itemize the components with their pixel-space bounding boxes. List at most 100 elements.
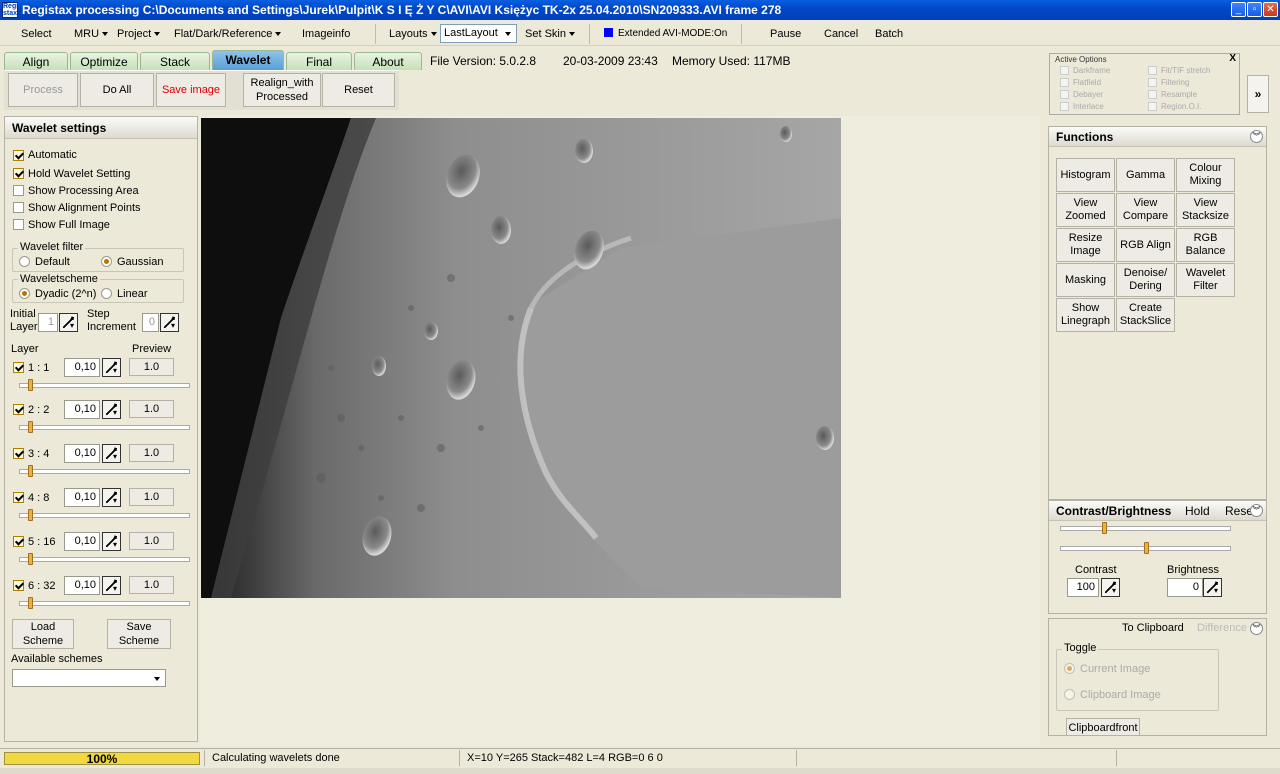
- layer-amount-spinner[interactable]: [102, 358, 121, 377]
- menu-project[interactable]: Project: [117, 26, 161, 42]
- minimize-icon[interactable]: _: [1231, 2, 1246, 17]
- layer-checkbox[interactable]: [13, 448, 24, 459]
- layout-select[interactable]: LastLayout: [440, 24, 517, 43]
- menu-mru[interactable]: MRU: [74, 26, 109, 42]
- expand-button[interactable]: »: [1247, 75, 1269, 113]
- batch-button[interactable]: Batch: [875, 26, 903, 42]
- layer-amount-input[interactable]: 0,10: [64, 444, 100, 463]
- layer-slider[interactable]: [19, 597, 190, 609]
- realign-button[interactable]: Realign_with Processed: [243, 73, 321, 107]
- show-full-image-checkbox[interactable]: [13, 219, 24, 230]
- hold-wavelet-checkbox[interactable]: [13, 168, 24, 179]
- layer-preview-button[interactable]: 1.0: [129, 444, 174, 462]
- schemes-dropdown[interactable]: [12, 669, 166, 687]
- layer-slider[interactable]: [19, 465, 190, 477]
- menu-set-skin[interactable]: Set Skin: [525, 26, 575, 42]
- hold-button[interactable]: Hold: [1185, 501, 1210, 521]
- menu-flat-dark-reference[interactable]: Flat/Dark/Reference: [174, 26, 282, 42]
- contrast-slider[interactable]: [1060, 522, 1231, 534]
- scheme-dyadic-radio[interactable]: [19, 288, 30, 299]
- layer-slider[interactable]: [19, 379, 190, 391]
- clipboardfront-button[interactable]: Clipboardfront: [1066, 718, 1140, 735]
- do-all-button[interactable]: Do All: [80, 73, 154, 107]
- layer-slider-thumb[interactable]: [28, 553, 33, 565]
- tab-optimize[interactable]: Optimize: [70, 52, 138, 70]
- reset-button[interactable]: Reset: [322, 73, 395, 107]
- brightness-slider-thumb[interactable]: [1144, 542, 1149, 554]
- close-icon[interactable]: X: [1229, 53, 1236, 64]
- show-alignment-points-checkbox[interactable]: [13, 202, 24, 213]
- brightness-input[interactable]: 0: [1167, 578, 1203, 597]
- layer-checkbox[interactable]: [13, 404, 24, 415]
- layer-preview-button[interactable]: 1.0: [129, 400, 174, 418]
- cancel-button[interactable]: Cancel: [824, 26, 858, 42]
- layer-preview-button[interactable]: 1.0: [129, 532, 174, 550]
- layer-amount-spinner[interactable]: [102, 488, 121, 507]
- function-create-stackslice-button[interactable]: Create StackSlice: [1116, 298, 1175, 332]
- function-histogram-button[interactable]: Histogram: [1056, 158, 1115, 192]
- menu-layouts[interactable]: Layouts: [389, 26, 437, 42]
- app-icon[interactable]: Regi stax: [2, 2, 18, 18]
- layer-checkbox[interactable]: [13, 536, 24, 547]
- contrast-input[interactable]: 100: [1067, 578, 1099, 597]
- function-gamma-button[interactable]: Gamma: [1116, 158, 1175, 192]
- contrast-slider-thumb[interactable]: [1102, 522, 1107, 534]
- function-rgb-align-button[interactable]: RGB Align: [1116, 228, 1175, 262]
- function-view-zoomed-button[interactable]: View Zoomed: [1056, 193, 1115, 227]
- difference-button[interactable]: Difference: [1197, 622, 1247, 634]
- close-icon[interactable]: ✕: [1263, 2, 1278, 17]
- initial-layer-input[interactable]: 1: [38, 313, 58, 332]
- collapse-icon[interactable]: ︾: [1250, 130, 1263, 143]
- layer-slider-thumb[interactable]: [28, 379, 33, 391]
- layer-amount-spinner[interactable]: [102, 444, 121, 463]
- layer-preview-button[interactable]: 1.0: [129, 488, 174, 506]
- tab-about[interactable]: About: [354, 52, 422, 70]
- collapse-icon[interactable]: ︾: [1250, 504, 1263, 517]
- layer-preview-button[interactable]: 1.0: [129, 358, 174, 376]
- layer-amount-input[interactable]: 0,10: [64, 532, 100, 551]
- function-resize-image-button[interactable]: Resize Image: [1056, 228, 1115, 262]
- layer-preview-button[interactable]: 1.0: [129, 576, 174, 594]
- initial-layer-spinner[interactable]: [59, 313, 78, 332]
- filter-gaussian-radio[interactable]: [101, 256, 112, 267]
- layer-checkbox[interactable]: [13, 580, 24, 591]
- tab-align[interactable]: Align: [4, 52, 68, 70]
- function-wavelet-filter-button[interactable]: Wavelet Filter: [1176, 263, 1235, 297]
- brightness-spinner[interactable]: [1203, 578, 1222, 597]
- menu-select[interactable]: Select: [21, 26, 52, 42]
- brightness-slider[interactable]: [1060, 542, 1231, 554]
- function-view-compare-button[interactable]: View Compare: [1116, 193, 1175, 227]
- show-processing-area-checkbox[interactable]: [13, 185, 24, 196]
- function-masking-button[interactable]: Masking: [1056, 263, 1115, 297]
- layer-amount-input[interactable]: 0,10: [64, 576, 100, 595]
- pause-button[interactable]: Pause: [770, 26, 801, 42]
- layer-checkbox[interactable]: [13, 492, 24, 503]
- current-image-radio[interactable]: [1064, 663, 1075, 674]
- function-colour-mixing-button[interactable]: Colour Mixing: [1176, 158, 1235, 192]
- save-image-button[interactable]: Save image: [156, 73, 226, 107]
- layer-amount-input[interactable]: 0,10: [64, 488, 100, 507]
- scheme-linear-radio[interactable]: [101, 288, 112, 299]
- layer-amount-spinner[interactable]: [102, 532, 121, 551]
- function-view-stacksize-button[interactable]: View Stacksize: [1176, 193, 1235, 227]
- automatic-checkbox[interactable]: [13, 150, 24, 161]
- layer-slider[interactable]: [19, 421, 190, 433]
- layer-slider-thumb[interactable]: [28, 597, 33, 609]
- tab-stack[interactable]: Stack: [140, 52, 210, 70]
- layer-amount-input[interactable]: 0,10: [64, 400, 100, 419]
- tab-wavelet[interactable]: Wavelet: [212, 50, 284, 70]
- layer-amount-spinner[interactable]: [102, 576, 121, 595]
- filter-default-radio[interactable]: [19, 256, 30, 267]
- clipboard-image-radio[interactable]: [1064, 689, 1075, 700]
- moon-image[interactable]: [201, 118, 841, 598]
- layer-slider-thumb[interactable]: [28, 465, 33, 477]
- contrast-spinner[interactable]: [1101, 578, 1120, 597]
- layer-slider-thumb[interactable]: [28, 509, 33, 521]
- layer-slider[interactable]: [19, 509, 190, 521]
- function-rgb-balance-button[interactable]: RGB Balance: [1176, 228, 1235, 262]
- maximize-icon[interactable]: ▫: [1247, 2, 1262, 17]
- save-scheme-button[interactable]: Save Scheme: [107, 619, 171, 649]
- layer-amount-spinner[interactable]: [102, 400, 121, 419]
- load-scheme-button[interactable]: Load Scheme: [12, 619, 74, 649]
- step-increment-spinner[interactable]: [160, 313, 179, 332]
